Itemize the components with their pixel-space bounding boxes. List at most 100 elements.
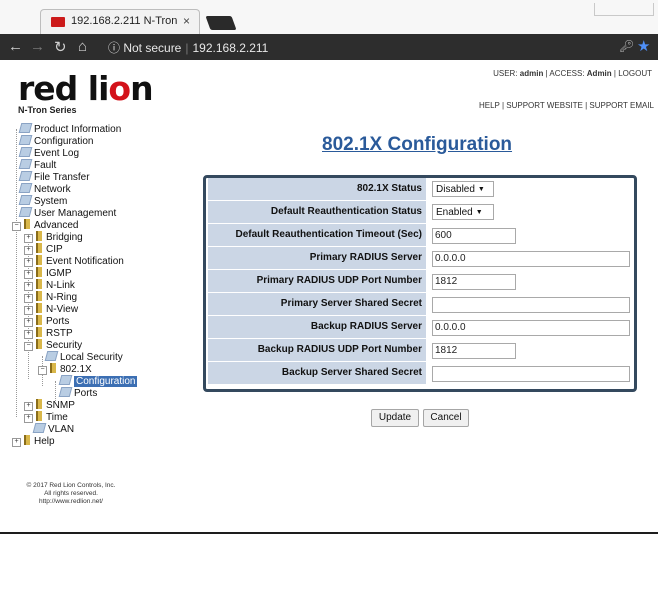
key-icon[interactable]: 🔑︎: [619, 39, 634, 53]
expand-toggle-icon[interactable]: +: [24, 318, 33, 327]
security-indicator[interactable]: ⓘ Not secure: [108, 41, 181, 55]
tree-item-802-1x-configuration[interactable]: Configuration: [58, 375, 138, 387]
folder-icon: [36, 267, 42, 277]
tree-item-rstp[interactable]: + RSTP: [24, 327, 73, 339]
tree-item-system[interactable]: System: [18, 195, 67, 207]
tree-label: Bridging: [46, 232, 83, 243]
logo-text-o: o: [108, 69, 131, 108]
tree-item-cip[interactable]: + CIP: [24, 243, 63, 255]
expand-toggle-icon[interactable]: +: [24, 402, 33, 411]
expand-toggle-icon[interactable]: +: [24, 306, 33, 315]
tree-item-n-ring[interactable]: + N-Ring: [24, 291, 77, 303]
tree-item-product-information[interactable]: Product Information: [18, 123, 122, 135]
dropdown-arrow-icon: ▼: [475, 209, 483, 216]
redlion-logo[interactable]: red lion N-Tron Series: [18, 72, 154, 115]
reauth-timeout-input[interactable]: 600: [432, 228, 516, 244]
copyright-link[interactable]: http://www.redlion.net/: [12, 498, 130, 506]
field-value-cell: [428, 293, 634, 315]
primary-radius-port-input[interactable]: 1812: [432, 274, 516, 290]
tab-close-icon[interactable]: ×: [183, 14, 190, 28]
user-label: USER:: [493, 69, 518, 78]
status-select[interactable]: Disabled ▼: [432, 181, 494, 197]
backup-radius-port-input[interactable]: 1812: [432, 343, 516, 359]
folder-icon: [36, 255, 42, 265]
page-title: 802.1X Configuration: [322, 134, 513, 155]
tree-item-igmp[interactable]: + IGMP: [24, 267, 72, 279]
access-label: | ACCESS:: [545, 69, 585, 78]
collapse-toggle-icon[interactable]: −: [38, 366, 47, 375]
backup-shared-secret-input[interactable]: [432, 366, 630, 382]
folder-icon: [36, 411, 42, 421]
tree-item-802-1x[interactable]: − 802.1X: [38, 363, 92, 375]
address-bar[interactable]: ⓘ Not secure | 192.168.2.211: [108, 39, 268, 56]
tree-item-ports[interactable]: + Ports: [24, 315, 69, 327]
collapse-toggle-icon[interactable]: −: [12, 222, 21, 231]
page-icon: [44, 351, 59, 361]
user-name: admin: [519, 69, 544, 78]
select-value: Disabled: [436, 184, 475, 195]
tree-item-vlan[interactable]: VLAN: [32, 423, 74, 435]
expand-toggle-icon[interactable]: +: [24, 294, 33, 303]
reload-icon[interactable]: ↻: [54, 38, 67, 56]
tree-item-event-notification[interactable]: + Event Notification: [24, 255, 124, 267]
expand-toggle-icon[interactable]: +: [24, 234, 33, 243]
expand-toggle-icon[interactable]: +: [24, 270, 33, 279]
expand-toggle-icon[interactable]: +: [24, 282, 33, 291]
expand-toggle-icon[interactable]: +: [12, 438, 21, 447]
select-value: Enabled: [436, 207, 473, 218]
tree-item-local-security[interactable]: Local Security: [44, 351, 123, 363]
tree-item-event-log[interactable]: Event Log: [18, 147, 79, 159]
form-row-primary-secret: Primary Server Shared Secret: [208, 293, 634, 315]
tree-item-security[interactable]: − Security: [24, 339, 82, 351]
tree-item-snmp[interactable]: + SNMP: [24, 399, 75, 411]
logout-link[interactable]: | LOGOUT: [614, 69, 652, 78]
reauth-status-select[interactable]: Enabled ▼: [432, 204, 494, 220]
tree-item-n-view[interactable]: + N-View: [24, 303, 78, 315]
page-icon: [18, 207, 33, 217]
primary-radius-server-input[interactable]: 0.0.0.0: [432, 251, 630, 267]
tree-label-selected: Configuration: [74, 376, 138, 387]
tree-item-network[interactable]: Network: [18, 183, 71, 195]
form-row-reauth-status: Default Reauthentication Status Enabled ▼: [208, 201, 634, 223]
access-level: Admin: [586, 69, 612, 78]
collapse-toggle-icon[interactable]: −: [24, 342, 33, 351]
tree-label: Ports: [46, 316, 70, 327]
copyright-notice: © 2017 Red Lion Controls, Inc. All right…: [12, 482, 130, 506]
tree-label: SNMP: [46, 400, 75, 411]
window-controls[interactable]: [594, 3, 654, 16]
tree-item-advanced[interactable]: − Advanced: [12, 219, 78, 231]
cancel-button[interactable]: Cancel: [423, 409, 469, 427]
url-text[interactable]: 192.168.2.211: [193, 41, 269, 55]
forward-arrow-icon[interactable]: →: [30, 38, 45, 55]
tree-item-file-transfer[interactable]: File Transfer: [18, 171, 90, 183]
url-separator: |: [185, 41, 189, 55]
tree-label: File Transfer: [34, 172, 90, 183]
tree-item-configuration[interactable]: Configuration: [18, 135, 93, 147]
tree-item-bridging[interactable]: + Bridging: [24, 231, 83, 243]
expand-toggle-icon[interactable]: +: [24, 246, 33, 255]
expand-toggle-icon[interactable]: +: [24, 330, 33, 339]
expand-toggle-icon[interactable]: +: [24, 414, 33, 423]
folder-icon: [36, 339, 42, 349]
tree-item-user-management[interactable]: User Management: [18, 207, 116, 219]
backup-radius-server-input[interactable]: 0.0.0.0: [432, 320, 630, 336]
browser-tab[interactable]: 192.168.2.211 N-Tron Se ×: [40, 9, 200, 34]
home-icon[interactable]: ⌂: [78, 38, 87, 55]
tree-item-n-link[interactable]: + N-Link: [24, 279, 75, 291]
new-tab-button[interactable]: [205, 16, 237, 30]
tree-item-help[interactable]: + Help: [12, 435, 55, 447]
update-button[interactable]: Update: [371, 409, 419, 427]
tree-label: RSTP: [46, 328, 73, 339]
tree-item-fault[interactable]: Fault: [18, 159, 56, 171]
help-links[interactable]: HELP | SUPPORT WEBSITE | SUPPORT EMAIL: [479, 101, 654, 110]
field-value-cell: 1812: [428, 270, 634, 292]
tree-item-802-1x-ports[interactable]: Ports: [58, 387, 97, 399]
tree-label: Product Information: [34, 124, 122, 135]
expand-toggle-icon[interactable]: +: [24, 258, 33, 267]
back-arrow-icon[interactable]: ←: [8, 38, 23, 55]
bookmark-star-icon[interactable]: ★: [637, 37, 650, 55]
tree-item-time[interactable]: + Time: [24, 411, 68, 423]
browser-menu-icon[interactable]: ⋮: [653, 37, 658, 54]
field-label: Primary RADIUS UDP Port Number: [208, 270, 426, 292]
primary-shared-secret-input[interactable]: [432, 297, 630, 313]
